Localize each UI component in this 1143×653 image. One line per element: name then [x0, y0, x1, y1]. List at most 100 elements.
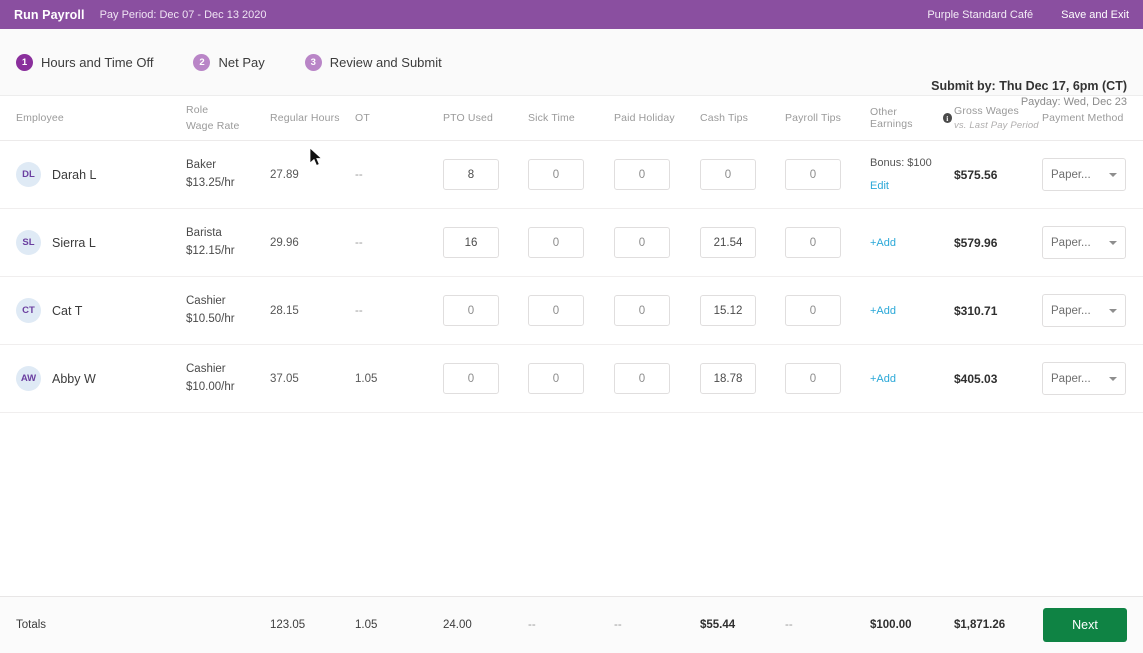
- payroll-tips-input[interactable]: [785, 363, 841, 394]
- paid-holiday-cell: [614, 277, 694, 344]
- employee-cell: SL Sierra L: [16, 209, 176, 276]
- role-title: Cashier: [186, 363, 226, 376]
- step-review-and-submit[interactable]: 3 Review and Submit: [304, 53, 442, 71]
- pto-used-input[interactable]: [443, 159, 499, 190]
- payroll-tips-input[interactable]: [785, 159, 841, 190]
- gross-wages-cell: $579.96: [954, 209, 1040, 276]
- totals-gross-wages: $1,871.26: [954, 597, 1040, 653]
- cash-tips-cell: [700, 209, 770, 276]
- pto-used-cell: [443, 277, 513, 344]
- ot-text: --: [355, 236, 363, 249]
- column-header-role: Role: [186, 103, 209, 116]
- role-wage-cell: Baker $13.25/hr: [186, 141, 266, 208]
- totals-regular-hours-value: 123.05: [270, 619, 306, 631]
- employee-cell: CT Cat T: [16, 277, 176, 344]
- pto-used-input[interactable]: [443, 363, 499, 394]
- info-icon[interactable]: i: [942, 113, 952, 123]
- pto-used-input[interactable]: [443, 227, 499, 258]
- add-other-earnings-link[interactable]: +Add: [870, 237, 896, 249]
- edit-other-earnings-link[interactable]: Edit: [870, 180, 889, 192]
- cash-tips-input[interactable]: [700, 159, 756, 190]
- employee-cell: AW Abby W: [16, 345, 176, 412]
- regular-hours-value: 27.89: [270, 141, 350, 208]
- totals-paid-holiday: --: [614, 597, 694, 653]
- pto-used-input[interactable]: [443, 295, 499, 326]
- avatar: CT: [16, 298, 41, 323]
- payment-method-select[interactable]: Paper...: [1042, 362, 1126, 395]
- sick-time-input[interactable]: [528, 363, 584, 394]
- totals-paid-holiday-value: --: [614, 619, 622, 631]
- totals-other-earnings-value: $100.00: [870, 619, 912, 631]
- sick-time-input[interactable]: [528, 227, 584, 258]
- step-hours-and-time-off[interactable]: 1 Hours and Time Off: [16, 53, 153, 71]
- sick-time-input[interactable]: [528, 159, 584, 190]
- ot-text: 1.05: [355, 372, 378, 385]
- regular-hours-text: 37.05: [270, 372, 299, 385]
- save-and-exit-button[interactable]: Save and Exit: [1061, 9, 1129, 21]
- column-header-payroll-tips: Payroll Tips: [785, 112, 842, 124]
- payment-method-select[interactable]: Paper...: [1042, 226, 1126, 259]
- column-header-regular-hours: Regular Hours: [270, 112, 340, 124]
- totals-label-text: Totals: [16, 619, 47, 631]
- sick-time-cell: [528, 277, 598, 344]
- gross-wages-value: $575.56: [954, 167, 998, 182]
- step-net-pay[interactable]: 2 Net Pay: [193, 53, 265, 71]
- totals-pto-used: 24.00: [443, 597, 513, 653]
- paid-holiday-cell: [614, 345, 694, 412]
- paid-holiday-cell: [614, 209, 694, 276]
- step-label: Net Pay: [218, 54, 265, 70]
- totals-pto-used-value: 24.00: [443, 619, 472, 631]
- sick-time-input[interactable]: [528, 295, 584, 326]
- wage-rate: $10.00/hr: [186, 380, 235, 393]
- payroll-tips-input[interactable]: [785, 295, 841, 326]
- ot-value: --: [355, 209, 425, 276]
- gross-wages-value: $579.96: [954, 235, 998, 250]
- cash-tips-cell: [700, 345, 770, 412]
- paid-holiday-input[interactable]: [614, 363, 670, 394]
- column-header-gross-wages: Gross Wages vs. Last Pay Period: [954, 96, 1040, 140]
- company-name-link[interactable]: Purple Standard Café: [927, 9, 1033, 21]
- totals-sick-time: --: [528, 597, 598, 653]
- other-earnings-cell: +Add: [870, 209, 952, 276]
- add-other-earnings-link[interactable]: +Add: [870, 373, 896, 385]
- payroll-tips-input[interactable]: [785, 227, 841, 258]
- payment-method-cell: Paper...: [1042, 209, 1137, 276]
- role-title: Barista: [186, 227, 222, 240]
- other-earnings-cell: +Add: [870, 345, 952, 412]
- payment-method-cell: Paper...: [1042, 277, 1137, 344]
- cash-tips-input[interactable]: [700, 363, 756, 394]
- payment-method-value: Paper...: [1051, 168, 1091, 181]
- employee-name: Darah L: [52, 167, 97, 182]
- payroll-tips-cell: [785, 345, 855, 412]
- wage-rate: $10.50/hr: [186, 312, 235, 325]
- step-number-badge: 2: [193, 53, 211, 71]
- add-other-earnings-link[interactable]: +Add: [870, 305, 896, 317]
- regular-hours-text: 27.89: [270, 168, 299, 181]
- column-header-sick-time: Sick Time: [528, 112, 575, 124]
- sick-time-cell: [528, 141, 598, 208]
- regular-hours-value: 37.05: [270, 345, 350, 412]
- payment-method-cell: Paper...: [1042, 345, 1137, 412]
- column-header-employee: Employee: [16, 112, 64, 124]
- paid-holiday-input[interactable]: [614, 295, 670, 326]
- totals-ot: 1.05: [355, 597, 425, 653]
- cash-tips-input[interactable]: [700, 295, 756, 326]
- totals-label: Totals: [16, 597, 176, 653]
- ot-value: --: [355, 141, 425, 208]
- payment-method-select[interactable]: Paper...: [1042, 158, 1126, 191]
- cash-tips-input[interactable]: [700, 227, 756, 258]
- totals-regular-hours: 123.05: [270, 597, 350, 653]
- step-label: Review and Submit: [329, 54, 442, 70]
- column-header-other-earnings: Other Earnings i: [870, 96, 952, 140]
- role-wage-cell: Barista $12.15/hr: [186, 209, 266, 276]
- paid-holiday-input[interactable]: [614, 159, 670, 190]
- totals-footer: Totals 123.05 1.05 24.00 -- -- $55.44 --…: [0, 596, 1143, 653]
- paid-holiday-input[interactable]: [614, 227, 670, 258]
- next-button[interactable]: Next: [1043, 608, 1127, 642]
- gross-wages-value: $310.71: [954, 303, 998, 318]
- sick-time-cell: [528, 209, 598, 276]
- payment-method-select[interactable]: Paper...: [1042, 294, 1126, 327]
- column-header-wage-rate: Wage Rate: [186, 120, 240, 132]
- table-row: DL Darah L Baker $13.25/hr 27.89 -- Bonu…: [0, 141, 1143, 209]
- cash-tips-cell: [700, 277, 770, 344]
